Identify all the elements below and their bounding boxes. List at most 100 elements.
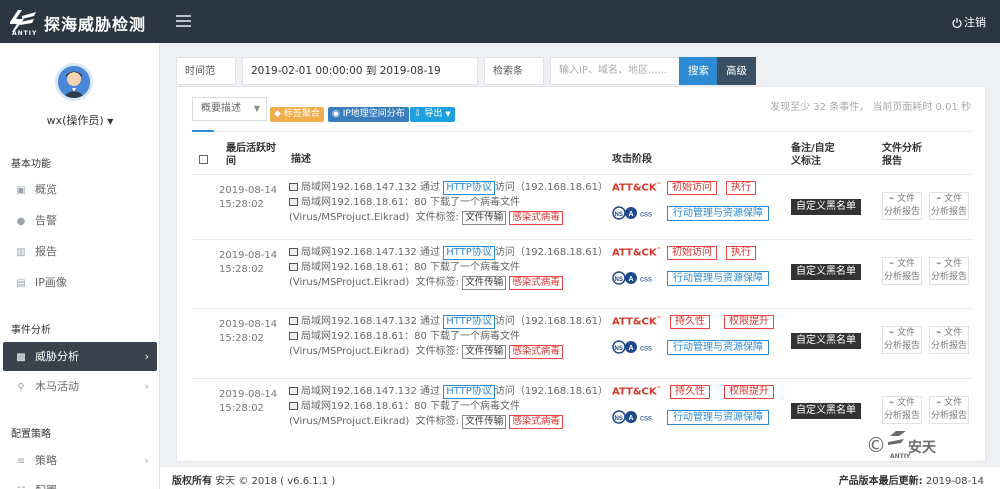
user-menu[interactable]: wx(操作员) ▼ [0, 112, 160, 128]
desc-target: 访问（192.168.18.61） [494, 316, 609, 327]
attack-stage-tag[interactable]: 执行 [726, 181, 756, 195]
sidebar-item-ip-profile[interactable]: ▤ IP画像 [3, 268, 157, 297]
sidebar-item-label: 威胁分析 [35, 350, 79, 363]
file-report-button[interactable]: ⌁ 文件 分析报告 [929, 326, 969, 354]
attck-logo: ATT&CK™ [612, 182, 662, 194]
attck-text: ATT&CK [612, 182, 657, 194]
protocol-tag[interactable]: HTTP协议 [443, 246, 495, 260]
time-range-input[interactable]: 2019-02-01 00:00:00 到 2019-08-19 15:09:2… [242, 57, 478, 103]
attack-stage-tag[interactable]: 持久性 [670, 315, 710, 329]
menu-toggle-icon[interactable] [176, 15, 191, 27]
file-tag[interactable]: 文件传输 [462, 415, 507, 429]
search-input[interactable]: 输入IP、域名、地区...... [550, 57, 680, 85]
file-tag-label: 文件标签: [415, 277, 459, 288]
sidebar-item-reports[interactable]: ▥ 报告 [3, 237, 157, 266]
sidebar-item-policy[interactable]: ≡ 策略 › [3, 446, 157, 475]
file-report-button[interactable]: ⌁ 文件 分析报告 [929, 396, 969, 424]
table-row[interactable]: 2019-08-14 15:28:02 局域网192.168.147.132 通过… [192, 174, 973, 239]
svg-text:css: css [640, 275, 652, 284]
table-row[interactable]: 2019-08-14 15:28:02 局域网192.168.147.132 通过… [192, 239, 973, 304]
custom-blacklist-badge[interactable]: 自定义黑名单 [791, 264, 861, 280]
attack-stage-tag[interactable]: 权限提升 [724, 385, 774, 399]
svg-text:安天: 安天 [908, 439, 936, 456]
export-button[interactable]: ⇩ 导出 ▼ [410, 107, 455, 122]
file-report-button[interactable]: ⌁ 文件 分析报告 [882, 192, 922, 220]
top-bar: 探海威胁检测 ANTIY 注销 [0, 0, 1000, 43]
header-file-report: 文件分析报告 [882, 143, 922, 167]
table-row[interactable]: 2019-08-14 15:28:02 局域网192.168.147.132 通过… [192, 378, 973, 443]
table-row[interactable]: 2019-08-14 15:28:02 局域网192.168.147.132 通过… [192, 308, 973, 373]
view-mode-select[interactable]: 概要描述 ▼ [192, 97, 267, 121]
virus-tag[interactable]: 感染式病毒 [509, 415, 563, 429]
advanced-search-button[interactable]: 高级 [717, 57, 756, 85]
protocol-tag[interactable]: HTTP协议 [443, 385, 495, 399]
virus-name: (Virus/MSProjuct.Eikrad) [289, 346, 410, 357]
search-condition-label: 检索条件: [484, 57, 544, 105]
chevron-right-icon: › [144, 350, 149, 363]
virus-tag[interactable]: 感染式病毒 [509, 345, 563, 359]
select-all-checkbox[interactable] [199, 155, 208, 164]
update-date: 2019-08-14 [925, 476, 984, 487]
custom-blacklist-badge[interactable]: 自定义黑名单 [791, 199, 861, 215]
nsa-css-logo-icon: NS Acss [612, 206, 652, 220]
tag-aggregate-label: 标签聚合 [283, 109, 320, 119]
file-tag[interactable]: 文件传输 [462, 345, 507, 359]
event-description: 局域网192.168.147.132 通过 HTTP协议 访问（192.168.1… [289, 180, 619, 225]
tag-aggregate-button[interactable]: ◆ 标签聚合 [270, 107, 324, 122]
alert-drop-icon: ● [16, 216, 26, 227]
section-title-event: 事件分析 [11, 325, 51, 336]
ip-geo-button[interactable]: ◉ IP地理空间分布 [328, 107, 409, 122]
svg-text:©: © [866, 433, 886, 457]
file-tag[interactable]: 文件传输 [462, 211, 507, 225]
custom-blacklist-badge[interactable]: 自定义黑名单 [791, 403, 861, 419]
chevron-down-icon: ▼ [253, 104, 260, 113]
file-report-button[interactable]: ⌁ 文件 分析报告 [882, 396, 922, 424]
sidebar-item-label: 木马活动 [35, 380, 79, 393]
sidebar-item-threat-analysis[interactable]: ▩ 威胁分析 › [3, 342, 157, 371]
attack-stage-tag[interactable]: 执行 [726, 246, 756, 260]
tactic-tag[interactable]: 行动管理与资源保障 [667, 271, 769, 286]
protocol-tag[interactable]: HTTP协议 [443, 315, 495, 329]
link-icon: ⌁ [935, 259, 942, 269]
search-button[interactable]: 搜索 [679, 57, 718, 85]
tactic-tag[interactable]: 行动管理与资源保障 [667, 340, 769, 355]
event-date: 2019-08-14 [219, 319, 278, 330]
tactic-tag[interactable]: 行动管理与资源保障 [667, 410, 769, 425]
attack-stage-tag[interactable]: 权限提升 [724, 315, 774, 329]
tactic-tag[interactable]: 行动管理与资源保障 [667, 206, 769, 221]
file-tag[interactable]: 文件传输 [462, 276, 507, 290]
virus-tag[interactable]: 感染式病毒 [509, 276, 563, 290]
sidebar-item-trojan[interactable]: ⚲ 木马活动 › [3, 372, 157, 401]
computer-icon [289, 263, 298, 271]
sidebar-item-overview[interactable]: ▣ 概览 [3, 175, 157, 204]
sidebar-item-config[interactable]: ☷ 配置 [3, 476, 157, 489]
sidebar-item-alerts[interactable]: ● 告警 [3, 206, 157, 235]
svg-text:A: A [629, 276, 634, 283]
file-report-button[interactable]: ⌁ 文件 分析报告 [882, 326, 922, 354]
event-clock: 15:28:02 [219, 264, 264, 275]
custom-blacklist-badge[interactable]: 自定义黑名单 [791, 333, 861, 349]
file-report-button[interactable]: ⌁ 文件 分析报告 [929, 192, 969, 220]
monitor-icon: ▣ [16, 185, 26, 196]
virus-tag[interactable]: 感染式病毒 [509, 211, 563, 225]
event-time: 2019-08-14 15:28:02 [219, 388, 277, 416]
event-panel: 概要描述 ▼ ◆ 标签聚合 ◉ IP地理空间分布 ⇩ 导出 ▼ 发现至少 32 条… [176, 86, 986, 462]
attack-stage-tag[interactable]: 初始访问 [667, 246, 717, 260]
username: wx(操作员) [46, 114, 104, 127]
attack-stage-tag[interactable]: 初始访问 [667, 181, 717, 195]
header-last-active: 最后活跃时间 [226, 143, 276, 167]
file-report-button[interactable]: ⌁ 文件 分析报告 [882, 257, 922, 285]
file-report-button[interactable]: ⌁ 文件 分析报告 [929, 257, 969, 285]
link-icon: ⌁ [935, 328, 942, 338]
avatar[interactable] [55, 63, 93, 101]
file-tag-label: 文件标签: [415, 416, 459, 427]
event-time: 2019-08-14 15:28:02 [219, 249, 277, 277]
event-description: 局域网192.168.147.132 通过 HTTP协议 访问（192.168.1… [289, 314, 619, 359]
svg-text:css: css [640, 210, 652, 219]
event-clock: 15:28:02 [219, 333, 264, 344]
logout-button[interactable]: 注销 [952, 14, 986, 30]
globe-icon: ◉ [332, 109, 343, 119]
file-tag-label: 文件标签: [415, 212, 459, 223]
protocol-tag[interactable]: HTTP协议 [443, 181, 495, 195]
attack-stage-tag[interactable]: 持久性 [670, 385, 710, 399]
